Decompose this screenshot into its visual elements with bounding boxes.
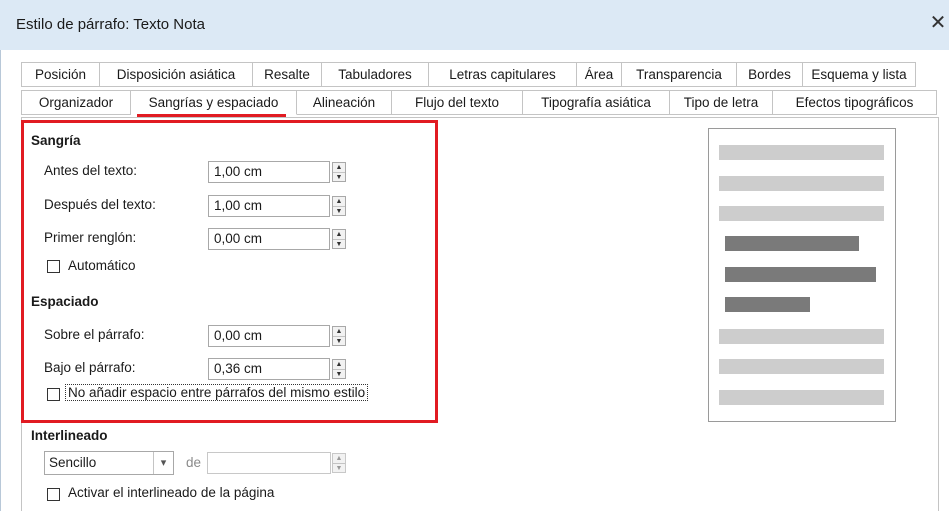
close-icon[interactable]: ✕ xyxy=(927,12,949,36)
before-text-label: Antes del texto: xyxy=(44,163,138,178)
preview-line xyxy=(719,390,884,405)
tab-tipo-de-letra[interactable]: Tipo de letra xyxy=(670,90,773,115)
page-line-spacing-label: Activar el interlineado de la página xyxy=(68,485,275,500)
preview-line-current xyxy=(725,297,810,312)
tab-tabuladores[interactable]: Tabuladores xyxy=(322,62,429,87)
no-space-label: No añadir espacio entre párrafos del mis… xyxy=(64,384,369,401)
spacing-section-title: Espaciado xyxy=(31,294,99,309)
line-spacing-value-field[interactable] xyxy=(207,452,331,474)
first-line-label: Primer renglón: xyxy=(44,230,137,245)
of-label: de xyxy=(186,455,202,470)
tab-row-top: Posición Disposición asiática Resalte Ta… xyxy=(21,62,916,87)
line-spacing-section-title: Interlineado xyxy=(31,428,108,443)
first-line-field[interactable]: 0,00 cm xyxy=(208,228,330,250)
below-paragraph-spin-icon[interactable]: ▲ ▼ xyxy=(332,359,346,379)
tab-esquema-y-lista[interactable]: Esquema y lista xyxy=(803,62,916,87)
indent-section-title: Sangría xyxy=(31,133,81,148)
window-border xyxy=(0,50,1,511)
preview-line-current xyxy=(725,236,859,251)
page-line-spacing-checkbox[interactable] xyxy=(47,488,60,501)
tab-letras-capitulares[interactable]: Letras capitulares xyxy=(429,62,577,87)
tab-efectos-tipograficos[interactable]: Efectos tipográficos xyxy=(773,90,937,115)
tab-alineacion[interactable]: Alineación xyxy=(297,90,392,115)
tab-disposicion-asiatica[interactable]: Disposición asiática xyxy=(100,62,253,87)
before-text-spin-icon[interactable]: ▲ ▼ xyxy=(332,162,346,182)
before-text-field[interactable]: 1,00 cm xyxy=(208,161,330,183)
preview-line xyxy=(719,329,884,344)
tab-flujo-del-texto[interactable]: Flujo del texto xyxy=(392,90,523,115)
tab-sangrias-y-espaciado[interactable]: Sangrías y espaciado xyxy=(131,90,297,115)
preview-line-current xyxy=(725,267,876,282)
first-line-spin-icon[interactable]: ▲ ▼ xyxy=(332,229,346,249)
line-spacing-select[interactable]: Sencillo ▾ xyxy=(44,451,174,475)
tab-transparencia[interactable]: Transparencia xyxy=(622,62,737,87)
below-paragraph-field[interactable]: 0,36 cm xyxy=(208,358,330,380)
tab-organizador[interactable]: Organizador xyxy=(21,90,131,115)
chevron-down-icon[interactable]: ▾ xyxy=(153,452,173,474)
tab-bordes[interactable]: Bordes xyxy=(737,62,803,87)
after-text-field[interactable]: 1,00 cm xyxy=(208,195,330,217)
automatic-checkbox[interactable] xyxy=(47,260,60,273)
below-paragraph-label: Bajo el párrafo: xyxy=(44,360,136,375)
tab-row-bottom: Organizador Sangrías y espaciado Alineac… xyxy=(21,90,937,115)
above-paragraph-field[interactable]: 0,00 cm xyxy=(208,325,330,347)
paragraph-preview xyxy=(708,128,896,422)
after-text-label: Después del texto: xyxy=(44,197,156,212)
above-paragraph-label: Sobre el párrafo: xyxy=(44,327,145,342)
window-title: Estilo de párrafo: Texto Nota xyxy=(16,16,205,33)
line-spacing-select-value: Sencillo xyxy=(49,455,97,470)
no-space-checkbox[interactable] xyxy=(47,388,60,401)
preview-line xyxy=(719,206,884,221)
preview-line xyxy=(719,145,884,160)
tab-posicion[interactable]: Posición xyxy=(21,62,100,87)
title-bar: Estilo de párrafo: Texto Nota ✕ xyxy=(0,0,949,50)
after-text-spin-icon[interactable]: ▲ ▼ xyxy=(332,196,346,216)
above-paragraph-spin-icon[interactable]: ▲ ▼ xyxy=(332,326,346,346)
tab-area[interactable]: Área xyxy=(577,62,622,87)
tab-tipografia-asiatica[interactable]: Tipografía asiática xyxy=(523,90,670,115)
preview-line xyxy=(719,359,884,374)
line-spacing-spin-icon[interactable]: ▲ ▼ xyxy=(332,453,346,473)
preview-line xyxy=(719,176,884,191)
tab-resalte[interactable]: Resalte xyxy=(253,62,322,87)
automatic-label: Automático xyxy=(68,258,136,273)
